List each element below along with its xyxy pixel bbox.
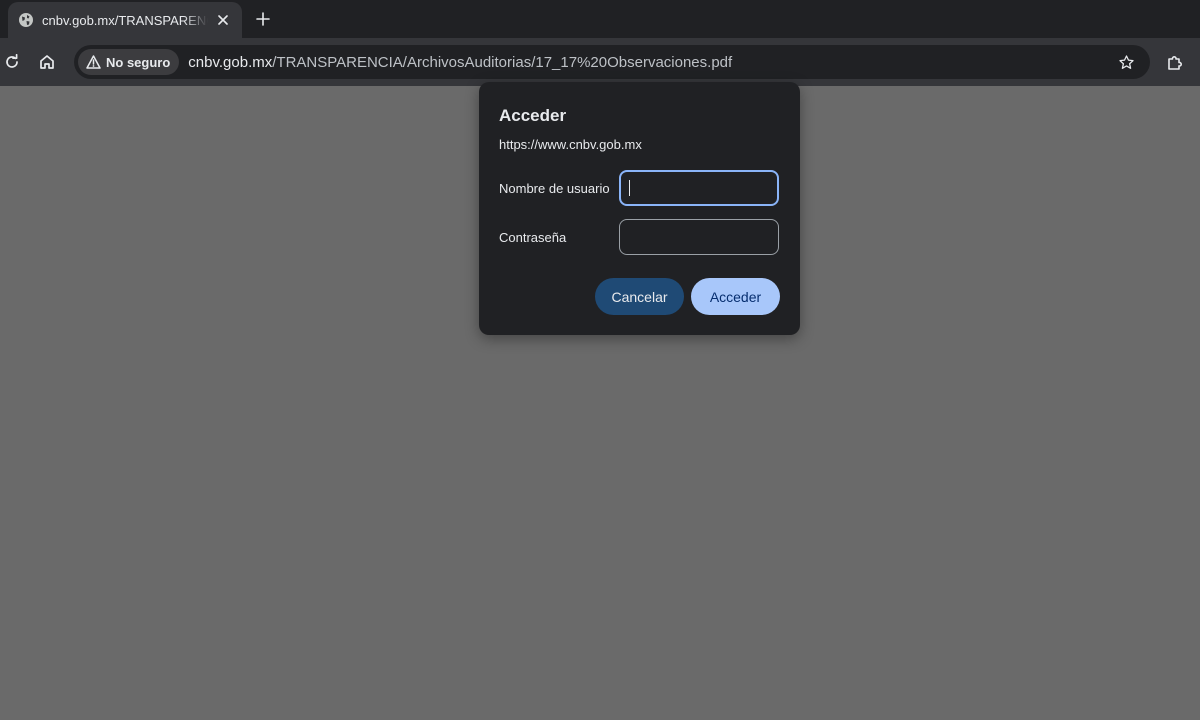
- dialog-title: Acceder: [499, 106, 567, 125]
- reload-icon[interactable]: [2, 52, 22, 72]
- security-chip[interactable]: No seguro: [78, 49, 180, 75]
- security-chip-label: No seguro: [106, 54, 171, 70]
- dialog-origin: https://www.cnbv.gob.mx: [499, 137, 642, 152]
- home-icon[interactable]: [37, 52, 57, 72]
- text-caret: [629, 180, 630, 196]
- new-tab-button[interactable]: [252, 8, 274, 30]
- extensions-puzzle-icon[interactable]: [1164, 52, 1186, 74]
- password-label: Contraseña: [499, 230, 567, 245]
- globe-icon: [18, 12, 34, 28]
- close-icon[interactable]: [214, 11, 232, 29]
- username-field[interactable]: [619, 170, 779, 206]
- warning-icon: [86, 55, 101, 69]
- bookmark-star-icon[interactable]: [1116, 52, 1136, 72]
- url-host: cnbv.gob.mx: [188, 53, 273, 71]
- tab-title: cnbv.gob.mx/TRANSPARENCIA/ArchivosAudito…: [42, 12, 208, 28]
- url-text[interactable]: cnbv.gob.mx/TRANSPARENCIA/ArchivosAudito…: [188, 54, 732, 71]
- plus-icon: [256, 12, 270, 26]
- username-label: Nombre de usuario: [499, 181, 610, 196]
- auth-dialog: Acceder https://www.cnbv.gob.mx Nombre d…: [479, 82, 800, 335]
- address-bar[interactable]: No seguro cnbv.gob.mx/TRANSPARENCIA/Arch…: [74, 45, 1150, 79]
- cancel-button[interactable]: Cancelar: [595, 278, 684, 315]
- password-field[interactable]: [619, 219, 779, 255]
- tab-strip: cnbv.gob.mx/TRANSPARENCIA/ArchivosAudito…: [0, 0, 1200, 38]
- sign-in-button[interactable]: Acceder: [691, 278, 780, 315]
- url-path: /TRANSPARENCIA/ArchivosAuditorias/17_17%…: [272, 53, 733, 71]
- browser-toolbar: No seguro cnbv.gob.mx/TRANSPARENCIA/Arch…: [0, 38, 1200, 86]
- browser-tab[interactable]: cnbv.gob.mx/TRANSPARENCIA/ArchivosAudito…: [8, 2, 242, 38]
